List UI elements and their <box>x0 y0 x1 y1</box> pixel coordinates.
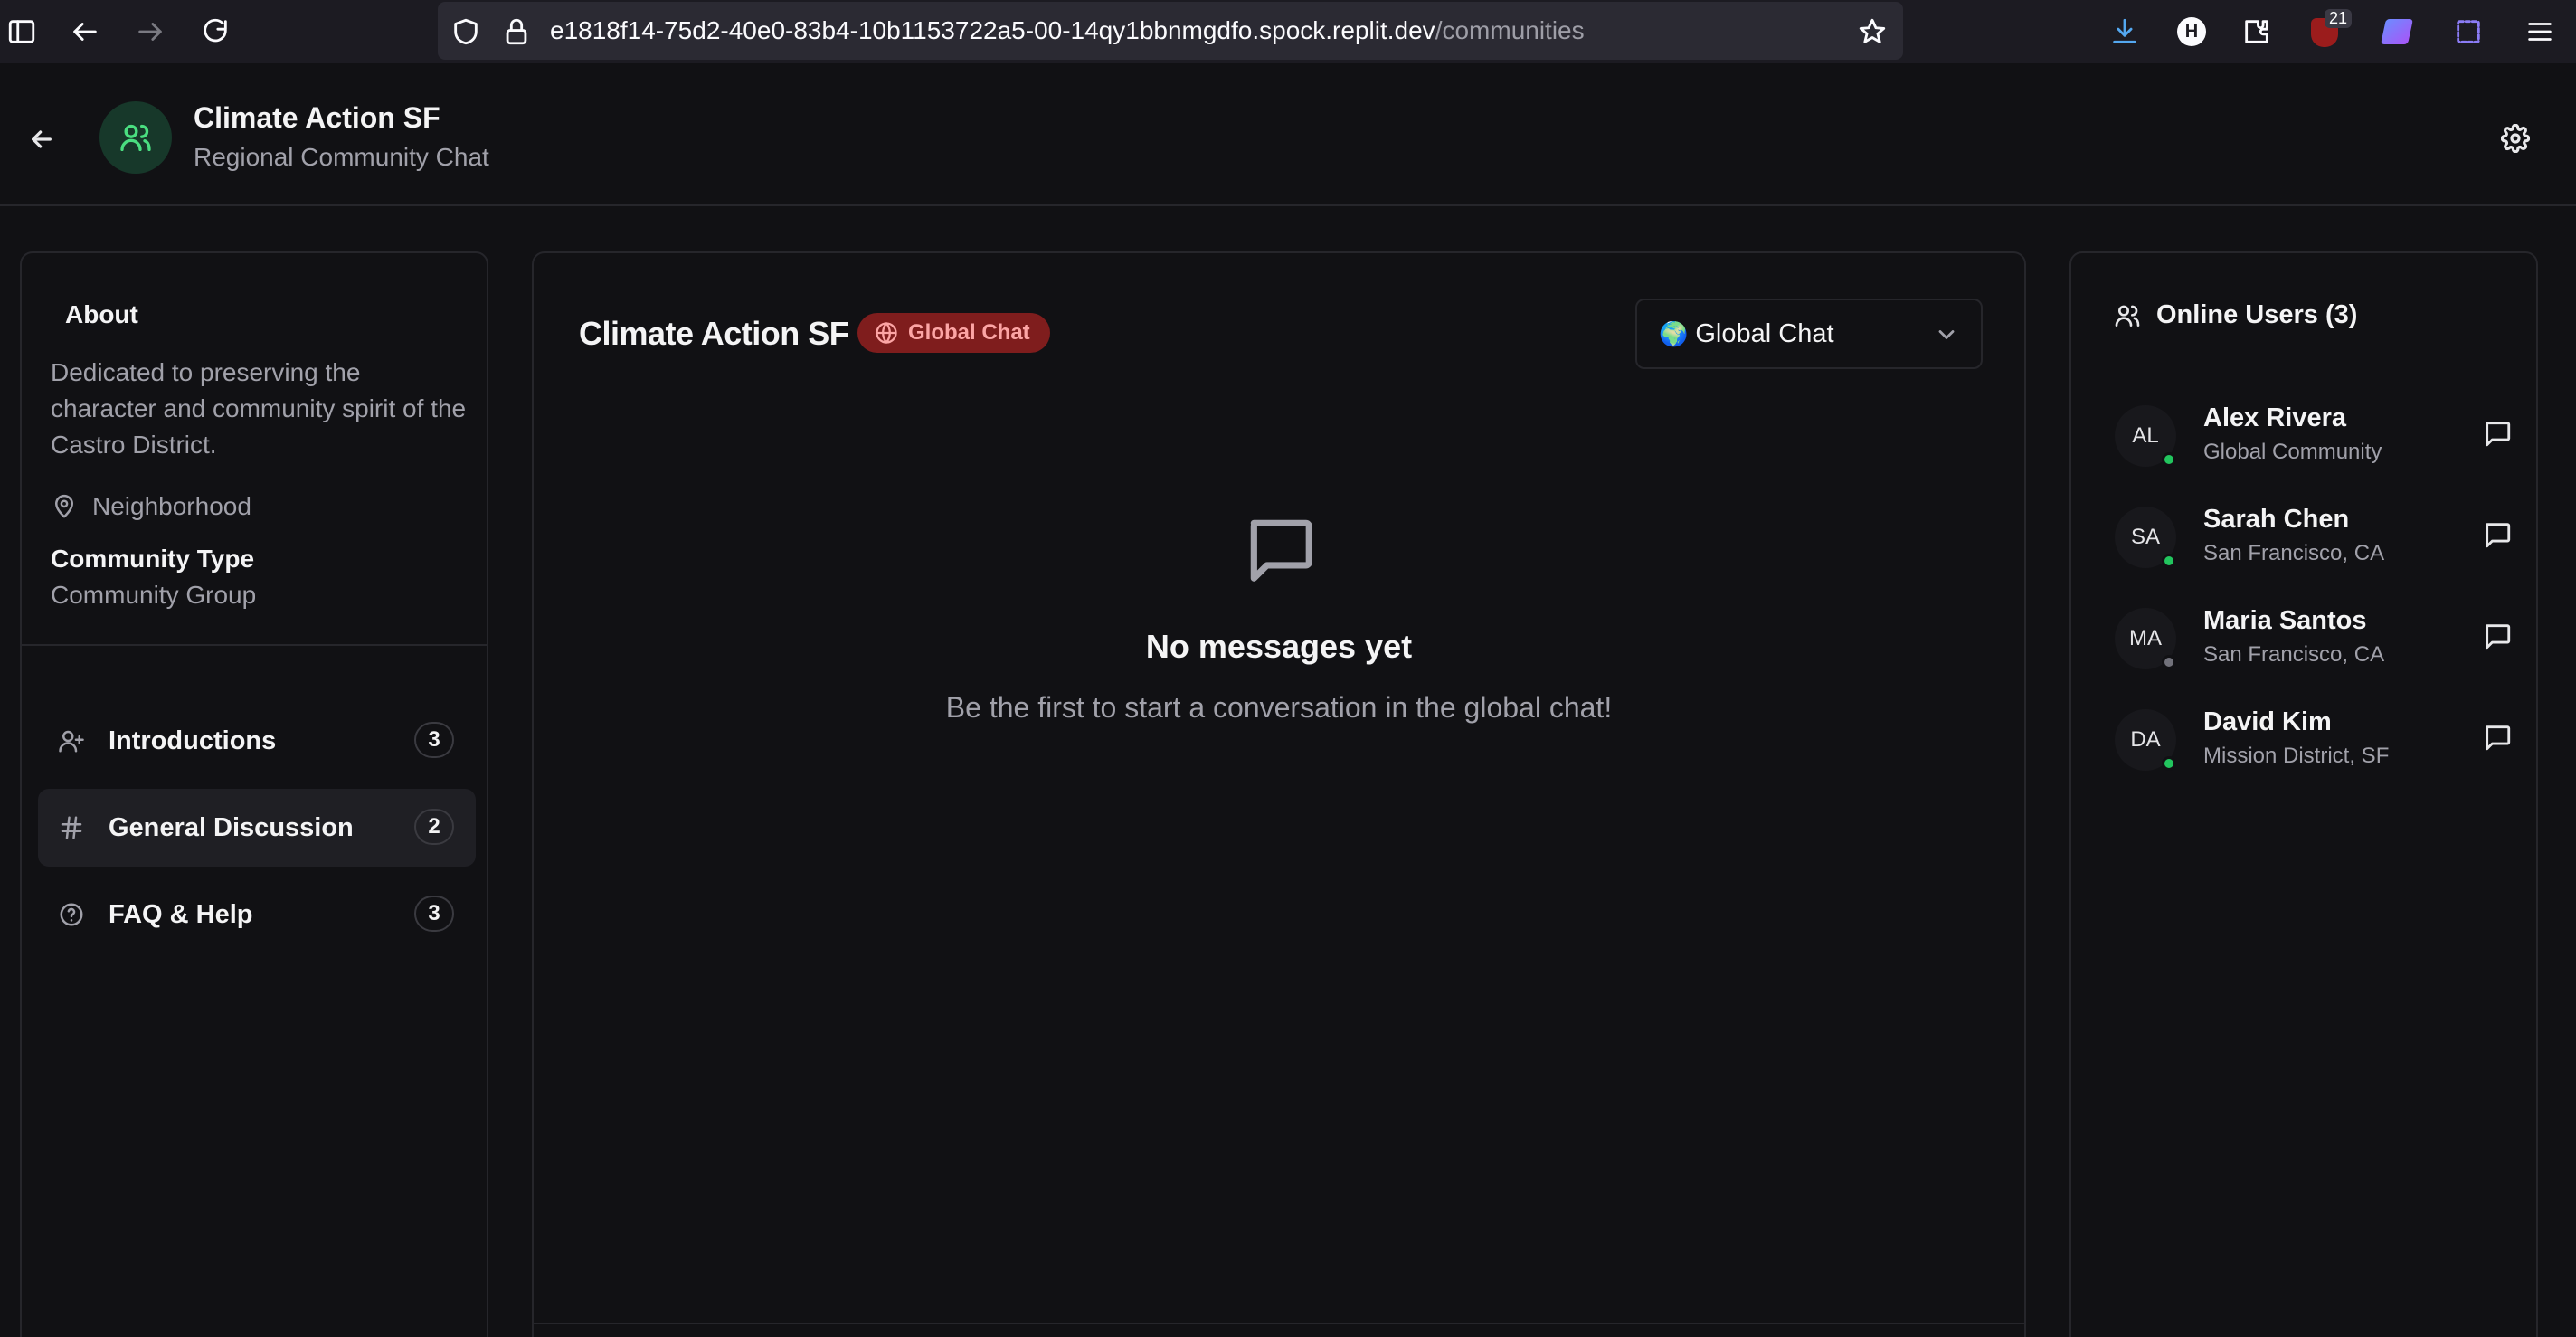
online-users-header: Online Users (3) <box>2113 300 2357 330</box>
chat-scope-select[interactable]: 🌍 Global Chat <box>1635 299 1983 369</box>
channel-count-badge: 3 <box>414 722 454 758</box>
extensions-puzzle-icon[interactable] <box>2240 14 2274 49</box>
channel-label: Introductions <box>109 725 277 755</box>
reload-icon[interactable] <box>197 16 233 47</box>
channel-introductions[interactable]: Introductions 3 <box>38 702 476 780</box>
composer-divider <box>534 1323 2024 1324</box>
message-icon[interactable] <box>2482 722 2513 753</box>
empty-state-title: No messages yet <box>1145 628 1413 665</box>
channel-count-badge: 3 <box>414 896 454 932</box>
download-icon[interactable] <box>2107 14 2142 49</box>
settings-button[interactable] <box>2493 116 2538 161</box>
about-title: About <box>65 300 138 328</box>
url-path: /communities <box>1435 16 1585 44</box>
channel-label: FAQ & Help <box>109 899 253 929</box>
url-host: e1818f14-75d2-40e0-83b4-10b1153722a5-00-… <box>550 16 1435 44</box>
chevron-down-icon <box>1938 330 1955 339</box>
divider <box>22 644 487 646</box>
community-type-label: Community Type <box>51 545 255 573</box>
screenshot-select-icon[interactable] <box>2451 14 2486 49</box>
online-user-row: AL Alex Rivera Global Community <box>2115 402 2513 474</box>
user-name: Maria Santos <box>2203 606 2367 635</box>
online-users-title: Online Users (3) <box>2156 300 2358 329</box>
location-text: Neighborhood <box>92 492 251 520</box>
chat-panel: Climate Action SF Global Chat 🌍 Global C… <box>532 251 2026 1337</box>
user-plus-icon <box>59 730 84 753</box>
user-name: Sarah Chen <box>2203 505 2350 534</box>
chat-scope-select-value: Global Chat <box>1695 318 1834 348</box>
chat-mode-badge-label: Global Chat <box>908 320 1030 345</box>
community-info-panel: About Dedicated to preserving the charac… <box>20 251 488 1337</box>
message-icon[interactable] <box>2482 519 2513 550</box>
online-users-panel: Online Users (3) AL Alex Rivera Global C… <box>2069 251 2538 1337</box>
empty-state-subtitle: Be the first to start a conversation in … <box>945 691 1613 724</box>
user-name: Alex Rivera <box>2203 403 2346 432</box>
hash-icon <box>61 816 82 839</box>
globe-emoji-icon: 🌍 <box>1659 319 1689 347</box>
channel-label: General Discussion <box>109 812 354 842</box>
channel-general-discussion[interactable]: General Discussion 2 <box>38 789 476 867</box>
message-icon[interactable] <box>2482 418 2513 449</box>
sidebar-toggle-icon[interactable] <box>4 16 40 47</box>
extension-h-icon[interactable]: H <box>2174 14 2209 49</box>
lock-icon[interactable] <box>501 16 532 47</box>
bookmark-star-icon[interactable] <box>1856 16 1889 47</box>
online-user-row: SA Sarah Chen San Francisco, CA <box>2115 503 2513 575</box>
forward-arrow-icon[interactable] <box>132 16 168 47</box>
browser-toolbar: e1818f14-75d2-40e0-83b4-10b1153722a5-00-… <box>0 0 2576 63</box>
user-name: David Kim <box>2203 707 2332 736</box>
community-title: Climate Action SF <box>194 101 440 134</box>
message-icon[interactable] <box>2482 621 2513 651</box>
menu-hamburger-icon[interactable] <box>2522 14 2558 49</box>
status-dot <box>2162 554 2176 568</box>
ublock-shield-icon[interactable]: 21 <box>2306 9 2352 51</box>
shield-icon[interactable] <box>450 16 481 47</box>
chat-title: Climate Action SF <box>579 315 849 352</box>
arrow-left-icon <box>32 130 52 148</box>
users-icon <box>2115 305 2140 327</box>
community-header: Climate Action SF Regional Community Cha… <box>0 63 2576 206</box>
url-text[interactable]: e1818f14-75d2-40e0-83b4-10b1153722a5-00-… <box>550 16 1585 45</box>
help-circle-icon <box>60 903 83 926</box>
location-row: Neighborhood <box>51 492 251 521</box>
globe-icon <box>876 322 897 344</box>
user-location: Global Community <box>2203 440 2382 464</box>
user-location: San Francisco, CA <box>2203 541 2385 565</box>
map-pin-icon <box>55 494 73 518</box>
user-location: Mission District, SF <box>2203 744 2390 768</box>
gear-icon <box>2501 124 2530 153</box>
community-subtitle: Regional Community Chat <box>194 143 489 171</box>
online-user-row: DA David Kim Mission District, SF <box>2115 706 2513 778</box>
extension-prism-icon[interactable] <box>2379 14 2415 49</box>
community-avatar <box>99 101 172 174</box>
extension-badge-count: 21 <box>2324 9 2352 28</box>
status-dot <box>2162 452 2176 467</box>
message-square-icon <box>1250 519 1312 582</box>
users-icon <box>120 124 151 151</box>
channel-faq-help[interactable]: FAQ & Help 3 <box>38 876 476 953</box>
status-dot <box>2162 756 2176 771</box>
user-location: San Francisco, CA <box>2203 642 2385 667</box>
status-dot <box>2162 655 2176 669</box>
online-user-row: MA Maria Santos San Francisco, CA <box>2115 604 2513 677</box>
community-description: Dedicated to preserving the character an… <box>51 358 467 459</box>
community-type-value: Community Group <box>51 581 257 609</box>
back-arrow-icon[interactable] <box>67 16 103 47</box>
back-button[interactable] <box>20 118 63 161</box>
chat-mode-badge: Global Chat <box>857 313 1050 353</box>
channel-count-badge: 2 <box>414 809 454 845</box>
